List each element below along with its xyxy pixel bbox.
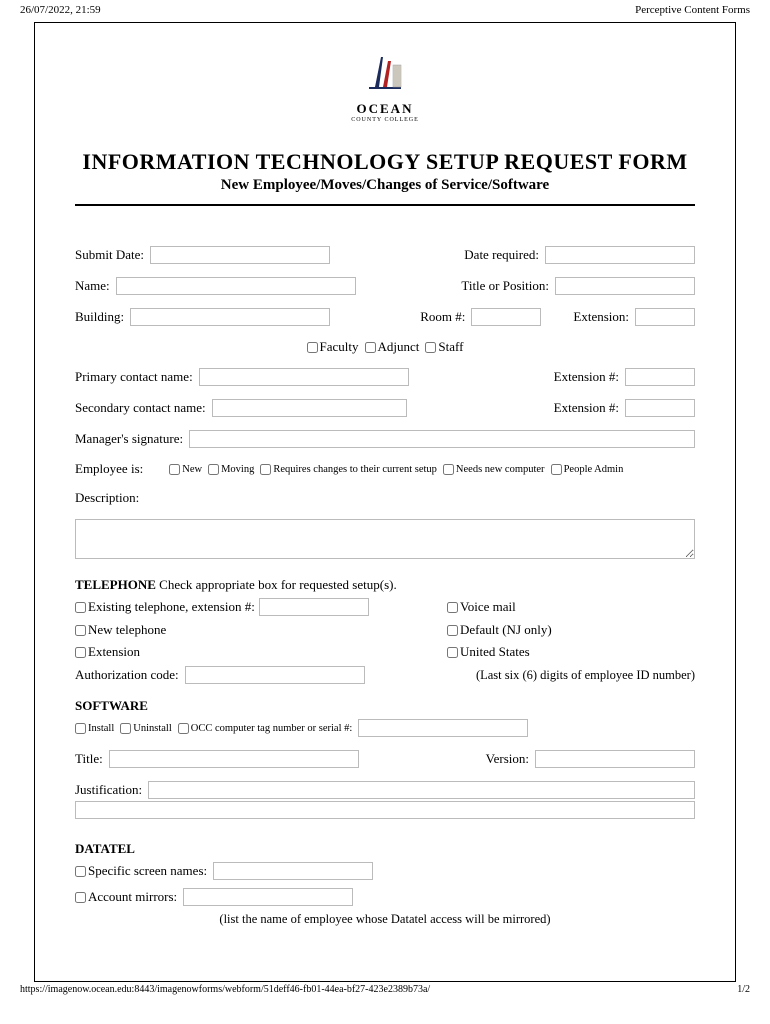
row-submit-date: Submit Date: Date required: [75,246,695,264]
input-primary-ext[interactable] [625,368,695,386]
input-sw-title[interactable] [109,750,359,768]
row-tel-3: Extension United States [75,644,695,660]
row-software-options: Install Uninstall OCC computer tag numbe… [75,719,695,737]
input-date-required[interactable] [545,246,695,264]
logo-name: OCEAN [75,101,695,117]
row-software-title: Title: Version: [75,750,695,768]
header-datetime: 26/07/2022, 21:59 [20,4,101,16]
label-submit-date: Submit Date: [75,247,144,263]
label-extension: Extension: [573,309,629,325]
checkbox-faculty[interactable]: Faculty [307,339,359,355]
checkbox-account-mirrors[interactable]: Account mirrors: [75,889,177,905]
section-software-heading: SOFTWARE [75,698,695,714]
row-tel-1: Existing telephone, extension #: Voice m… [75,598,695,616]
label-primary-contact: Primary contact name: [75,369,193,385]
input-submit-date[interactable] [150,246,330,264]
checkbox-emp-changes[interactable]: Requires changes to their current setup [260,464,437,475]
input-name[interactable] [116,277,356,295]
checkbox-install[interactable]: Install [75,723,114,734]
label-auth-code: Authorization code: [75,667,179,683]
input-building[interactable] [130,308,330,326]
checkbox-new-tel[interactable]: New telephone [75,622,166,638]
input-justification-1[interactable] [148,781,695,799]
input-account-mirrors[interactable] [183,888,353,906]
label-sw-version: Version: [486,751,529,767]
logo-subtitle: COUNTY COLLEGE [75,117,695,123]
form-title: INFORMATION TECHNOLOGY SETUP REQUEST FOR… [75,149,695,175]
checkbox-staff[interactable]: Staff [425,339,463,355]
checkbox-emp-moving[interactable]: Moving [208,464,254,475]
row-screen-names: Specific screen names: [75,862,695,880]
row-description: Description: [75,490,695,506]
label-secondary-contact: Secondary contact name: [75,400,206,416]
checkbox-uninstall[interactable]: Uninstall [120,723,172,734]
checkbox-screen-names[interactable]: Specific screen names: [75,863,207,879]
label-sw-title: Title: [75,751,103,767]
checkbox-voicemail[interactable]: Voice mail [447,599,516,615]
input-justification-2[interactable] [75,801,695,819]
input-secondary-contact[interactable] [212,399,407,417]
row-role: Faculty Adjunct Staff [75,339,695,355]
hint-auth-code: (Last six (6) digits of employee ID numb… [476,668,695,683]
row-building: Building: Room #: Extension: [75,308,695,326]
print-header: 26/07/2022, 21:59 Perceptive Content For… [0,0,770,20]
label-date-required: Date required: [464,247,539,263]
print-footer: https://imagenow.ocean.edu:8443/imagenow… [0,982,770,997]
label-primary-ext: Extension #: [554,369,619,385]
label-building: Building: [75,309,124,325]
label-manager-sig: Manager's signature: [75,431,183,447]
label-secondary-ext: Extension #: [554,400,619,416]
checkbox-default-nj[interactable]: Default (NJ only) [447,622,552,638]
footer-page: 1/2 [737,984,750,995]
label-description: Description: [75,490,139,506]
input-existing-tel-ext[interactable] [259,598,369,616]
label-room: Room #: [420,309,465,325]
input-auth-code[interactable] [185,666,365,684]
section-telephone-heading: TELEPHONE Check appropriate box for requ… [75,577,695,593]
hint-datatel: (list the name of employee whose Datatel… [75,912,695,927]
checkbox-emp-newcomp[interactable]: Needs new computer [443,464,545,475]
ocean-logo-icon [357,51,413,95]
row-justification: Justification: [75,781,695,799]
row-employee-is: Employee is: New Moving Requires changes… [75,461,695,477]
label-name: Name: [75,278,110,294]
label-title-position: Title or Position: [461,278,549,294]
label-employee-is: Employee is: [75,461,143,477]
header-page-label: Perceptive Content Forms [635,4,750,16]
checkbox-adjunct[interactable]: Adjunct [365,339,420,355]
checkbox-existing-tel[interactable]: Existing telephone, extension #: [75,599,255,615]
input-sw-version[interactable] [535,750,695,768]
row-primary-contact: Primary contact name: Extension #: [75,368,695,386]
input-secondary-ext[interactable] [625,399,695,417]
input-screen-names[interactable] [213,862,373,880]
checkbox-us[interactable]: United States [447,644,530,660]
title-rule [75,204,695,206]
input-tag[interactable] [358,719,528,737]
form-subtitle: New Employee/Moves/Changes of Service/So… [75,177,695,194]
row-auth-code: Authorization code: (Last six (6) digits… [75,666,695,684]
checkbox-tag[interactable]: OCC computer tag number or serial #: [178,723,353,734]
row-manager-sig: Manager's signature: [75,430,695,448]
row-secondary-contact: Secondary contact name: Extension #: [75,399,695,417]
input-description[interactable] [75,519,695,559]
input-extension[interactable] [635,308,695,326]
form-page: OCEAN COUNTY COLLEGE INFORMATION TECHNOL… [34,22,736,982]
input-title-position[interactable] [555,277,695,295]
row-tel-2: New telephone Default (NJ only) [75,622,695,638]
checkbox-emp-new[interactable]: New [169,464,202,475]
checkbox-emp-peopleadmin[interactable]: People Admin [551,464,624,475]
label-justification: Justification: [75,782,142,798]
footer-url: https://imagenow.ocean.edu:8443/imagenow… [20,984,430,995]
row-account-mirrors: Account mirrors: [75,888,695,906]
section-datatel-heading: DATATEL [75,841,695,857]
input-manager-sig[interactable] [189,430,695,448]
input-room[interactable] [471,308,541,326]
logo-block: OCEAN COUNTY COLLEGE [75,51,695,123]
input-primary-contact[interactable] [199,368,409,386]
row-name: Name: Title or Position: [75,277,695,295]
checkbox-extension[interactable]: Extension [75,644,140,660]
